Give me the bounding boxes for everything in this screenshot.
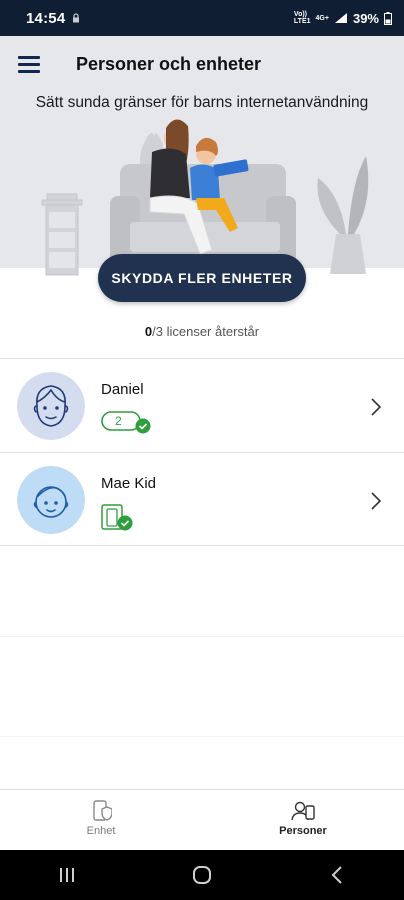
- tab-enhet[interactable]: Enhet: [0, 790, 202, 850]
- notification-lock-icon: [73, 13, 80, 23]
- network-type-label: 4G+: [315, 14, 329, 22]
- person-row-mae-kid[interactable]: Mae Kid: [0, 452, 404, 546]
- licenses-remaining: 0/3 licenser återstår: [0, 324, 404, 339]
- system-navigation-bar: [0, 850, 404, 900]
- people-icon: [291, 801, 315, 821]
- child-avatar-icon: [17, 466, 85, 534]
- chevron-right-icon[interactable]: [370, 491, 382, 511]
- person-row-daniel[interactable]: Daniel 2: [0, 358, 404, 452]
- back-icon[interactable]: [317, 860, 357, 890]
- person-name: Mae Kid: [101, 475, 157, 492]
- page-title: Personer och enheter: [76, 54, 262, 74]
- device-shield-icon: [93, 800, 112, 821]
- home-icon[interactable]: [182, 860, 222, 890]
- volte-label: Vo)) LTE1: [293, 11, 311, 25]
- phone-tablet-check-icon: [101, 503, 137, 538]
- signal-icon: [334, 13, 347, 23]
- tab-label: Personer: [279, 825, 327, 837]
- status-bar: 14:54 Vo)) LTE1 4G+ 39%: [0, 0, 404, 36]
- divider: [0, 736, 404, 737]
- status-indicators: Vo)) LTE1 4G+ 39%: [294, 11, 392, 26]
- device-count-check-icon: 2: [101, 409, 153, 440]
- divider: [0, 636, 404, 637]
- recents-icon[interactable]: [47, 860, 87, 890]
- battery-percent: 39%: [352, 10, 379, 26]
- tab-personer[interactable]: Personer: [202, 790, 404, 850]
- bottom-navigation: Enhet Personer: [0, 789, 404, 850]
- hero-subtitle: Sätt sunda gränser för barns internetanv…: [35, 94, 369, 111]
- person-name: Daniel: [101, 381, 144, 398]
- protect-more-devices-button[interactable]: SKYDDA FLER ENHETER: [98, 254, 306, 302]
- adult-avatar-icon: [17, 372, 85, 440]
- status-time: 14:54: [26, 9, 66, 27]
- tab-label: Enhet: [86, 825, 116, 837]
- chevron-right-icon[interactable]: [370, 397, 382, 417]
- hamburger-menu-icon[interactable]: [18, 56, 42, 74]
- people-list: Daniel 2 Mae Kid: [0, 358, 404, 546]
- battery-icon: [384, 11, 392, 25]
- device-count: 2: [115, 414, 122, 428]
- licenses-remaining-text: /3 licenser återstår: [152, 324, 260, 339]
- hero-banner: Personer och enheter Sätt sunda gränser …: [0, 36, 404, 278]
